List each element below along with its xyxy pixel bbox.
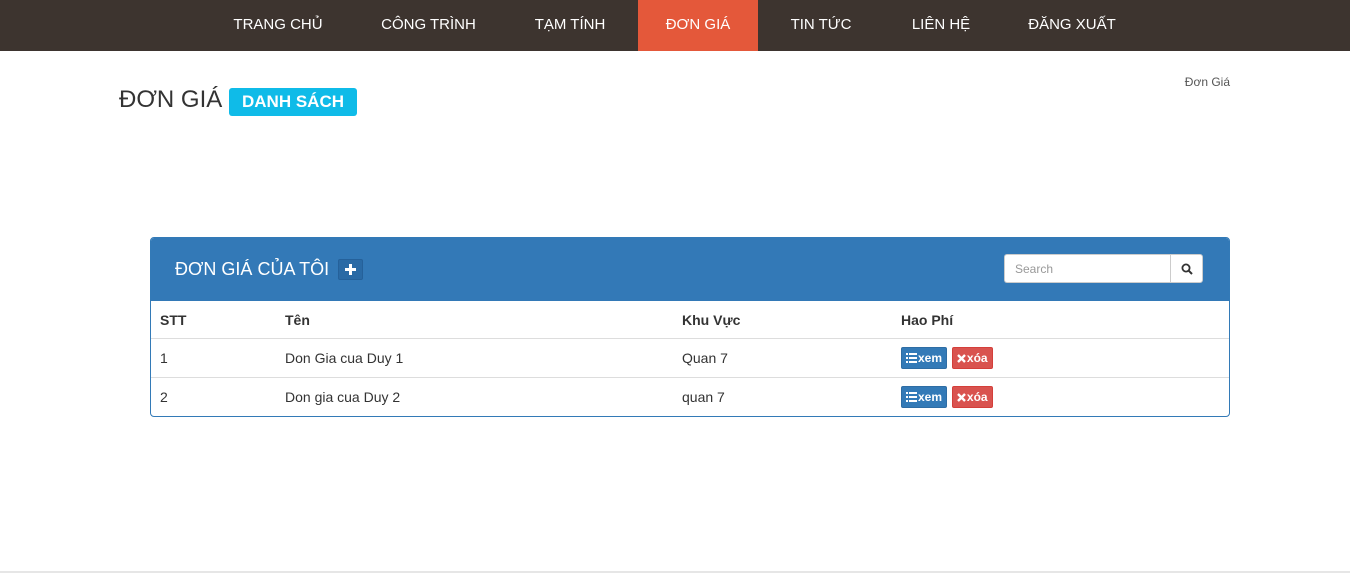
column-header-ten: Tên <box>285 311 310 328</box>
title-badge: DANH SÁCH <box>229 88 357 116</box>
nav-item-tam-tinh[interactable]: TẠM TÍNH <box>511 0 629 51</box>
x-icon <box>957 393 966 402</box>
plus-icon <box>345 264 356 275</box>
cell-actions: xem xóa <box>892 338 1229 378</box>
cell-khu-vuc: Quan 7 <box>673 338 892 378</box>
delete-button-label: xóa <box>966 390 988 404</box>
view-button[interactable]: xem <box>901 347 948 369</box>
cell-ten: Don Gia cua Duy 1 <box>276 338 673 378</box>
nav-item-trang-chu[interactable]: TRANG CHỦ <box>214 0 342 51</box>
price-list-panel: ĐƠN GIÁ CỦA TÔI STT Tên Khu Vực Hao Phí <box>150 237 1230 417</box>
magnifier-icon <box>1181 263 1193 275</box>
page-title: ĐƠN GIÁ <box>119 86 223 113</box>
panel-header: ĐƠN GIÁ CỦA TÔI <box>151 238 1229 301</box>
table-header-row: STT Tên Khu Vực Hao Phí <box>151 301 1229 339</box>
delete-button-label: xóa <box>966 351 988 365</box>
cell-ten: Don gia cua Duy 2 <box>276 377 673 416</box>
list-icon <box>906 353 917 363</box>
nav-item-tin-tuc[interactable]: TIN TỨC <box>766 0 876 51</box>
breadcrumb[interactable]: Đơn Giá <box>1185 75 1230 89</box>
panel-title: ĐƠN GIÁ CỦA TÔI <box>175 259 330 279</box>
table-row: 1 Don Gia cua Duy 1 Quan 7 xem xóa <box>151 338 1229 378</box>
search-input[interactable] <box>1004 254 1171 283</box>
list-icon <box>906 392 917 402</box>
x-icon <box>957 354 966 363</box>
add-price-button[interactable] <box>338 259 363 280</box>
nav-item-cong-trinh[interactable]: CÔNG TRÌNH <box>356 0 501 51</box>
cell-actions: xem xóa <box>892 377 1229 416</box>
nav-item-dang-xuat[interactable]: ĐĂNG XUẤT <box>1006 0 1138 51</box>
column-header-hao-phi: Hao Phí <box>901 311 954 328</box>
delete-button[interactable]: xóa <box>951 347 993 369</box>
delete-button[interactable]: xóa <box>951 386 993 408</box>
view-button[interactable]: xem <box>901 386 948 408</box>
view-button-label: xem <box>918 351 943 365</box>
search-button[interactable] <box>1170 254 1203 283</box>
cell-stt: 2 <box>151 377 276 416</box>
view-button-label: xem <box>918 390 943 404</box>
cell-khu-vuc: quan 7 <box>673 377 892 416</box>
column-header-khu-vuc: Khu Vực <box>682 311 741 328</box>
nav-item-don-gia[interactable]: ĐƠN GIÁ <box>638 0 758 51</box>
nav-item-lien-he[interactable]: LIÊN HỆ <box>888 0 994 51</box>
cell-stt: 1 <box>151 338 276 378</box>
top-navbar: TRANG CHỦ CÔNG TRÌNH TẠM TÍNH ĐƠN GIÁ TI… <box>0 0 1350 51</box>
price-table: STT Tên Khu Vực Hao Phí 1 Don Gia cua Du… <box>151 301 1229 416</box>
column-header-stt: STT <box>160 311 187 328</box>
table-row: 2 Don gia cua Duy 2 quan 7 xem xóa <box>151 377 1229 416</box>
